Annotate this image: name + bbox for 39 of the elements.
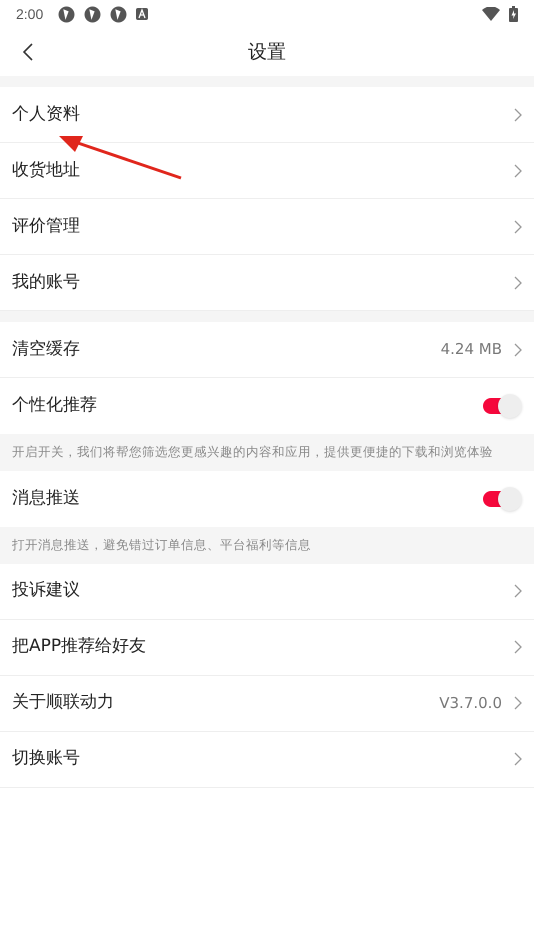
hint-text: 开启开关，我们将帮您筛选您更感兴趣的内容和应用，提供更便捷的下载和浏览体验: [12, 443, 494, 461]
settings-row[interactable]: 把APP推荐给好友: [0, 620, 534, 676]
row-value: 4.24 MB: [440, 339, 502, 360]
settings-row[interactable]: 切换账号: [0, 732, 534, 788]
page-title: 设置: [248, 40, 286, 65]
notification-icon: [58, 6, 76, 22]
row-value: V3.7.0.0: [439, 692, 502, 714]
status-time: 2:00: [16, 4, 44, 24]
chevron-right-icon: [514, 584, 522, 598]
row-label: 把APP推荐给好友: [12, 635, 148, 658]
row-label: 个人资料: [12, 102, 81, 126]
toggle-switch[interactable]: [482, 394, 522, 418]
hint-text: 打开消息推送，避免错过订单信息、平台福利等信息: [12, 536, 312, 554]
settings-row[interactable]: 关于顺联动力 V3.7.0.0: [0, 676, 534, 732]
chevron-right-icon: [514, 342, 522, 356]
notification-icon: [84, 6, 102, 22]
toggle-switch[interactable]: [482, 486, 522, 511]
notification-icon: [110, 6, 128, 22]
row-label: 个性化推荐: [12, 394, 98, 418]
row-label: 关于顺联动力: [12, 691, 115, 714]
battery-icon: [509, 6, 518, 22]
chevron-right-icon: [514, 276, 522, 290]
chevron-right-icon: [514, 164, 522, 178]
settings-row[interactable]: 投诉建议: [0, 564, 534, 620]
chevron-right-icon: [514, 640, 522, 654]
chevron-right-icon: [514, 696, 522, 710]
row-label: 收货地址: [12, 158, 81, 182]
chevron-right-icon: [514, 220, 522, 234]
app-notification-icon: [136, 8, 148, 20]
row-label: 切换账号: [12, 747, 81, 770]
chevron-right-icon: [514, 752, 522, 766]
row-label: 投诉建议: [12, 579, 81, 602]
row-label: 清空缓存: [12, 338, 81, 361]
row-label: 评价管理: [12, 214, 81, 238]
chevron-right-icon: [514, 108, 522, 122]
wifi-icon: [482, 7, 500, 21]
back-icon[interactable]: [23, 43, 33, 61]
row-label: 消息推送: [12, 487, 81, 510]
row-label: 我的账号: [12, 270, 81, 294]
